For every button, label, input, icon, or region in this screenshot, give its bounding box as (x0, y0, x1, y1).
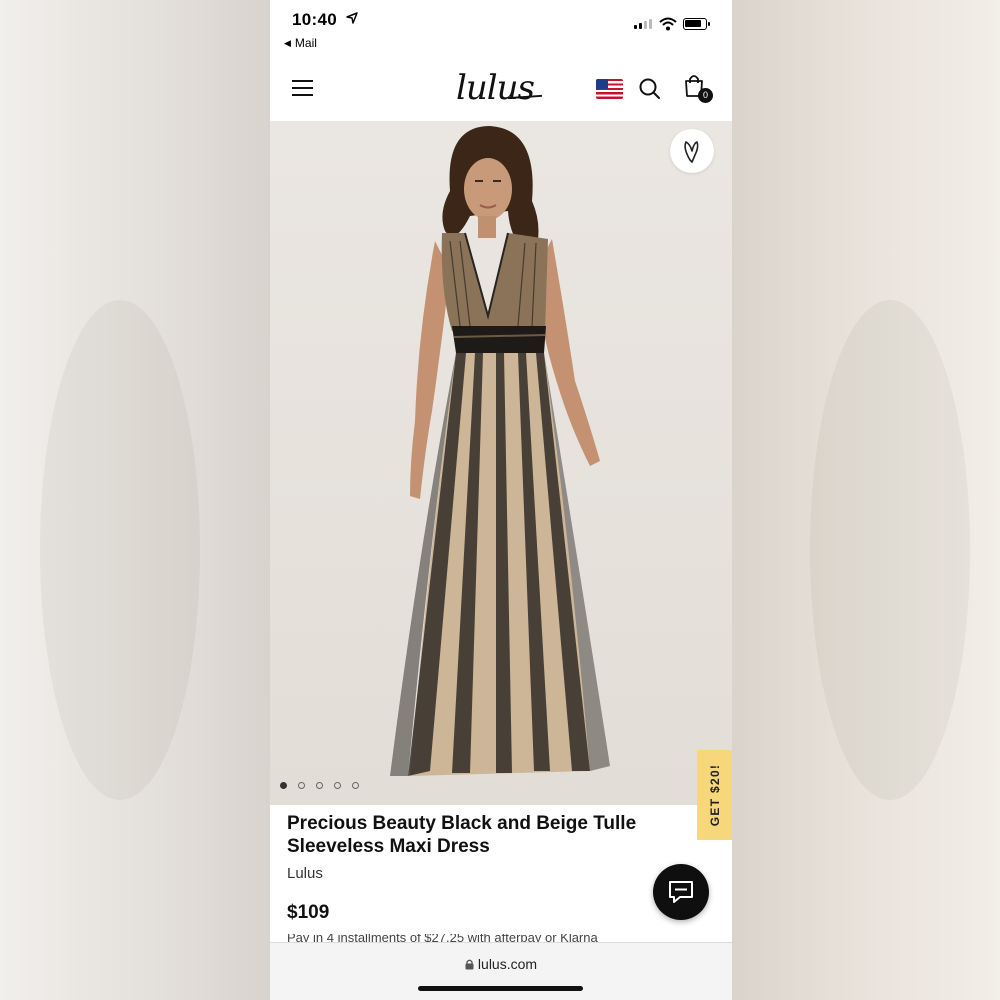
phone-screen: 10:40 ◀ Mail lulus 0 GET $20! Precious B… (270, 0, 732, 1000)
installments-text: Pay in 4 installments of $27.25 with aft… (287, 934, 707, 942)
gallery-dot[interactable] (352, 782, 359, 789)
back-to-mail-link[interactable]: ◀ Mail (284, 36, 317, 50)
url-display[interactable]: lulus.com (270, 956, 732, 972)
gallery-dot[interactable] (298, 782, 305, 789)
installments-label: Pay in 4 installments of $27.25 with aft… (287, 934, 598, 942)
status-time: 10:40 (292, 10, 337, 29)
gallery-pagination (280, 782, 359, 789)
heart-icon (684, 141, 699, 163)
battery-icon (683, 18, 710, 30)
product-title: Precious Beauty Black and Beige Tulle Sl… (287, 813, 637, 857)
back-triangle-icon: ◀ (284, 37, 291, 48)
chat-button[interactable] (653, 864, 709, 920)
lulus-logo[interactable]: lulus (456, 68, 535, 108)
promo-tab[interactable]: GET $20! (697, 750, 732, 840)
promo-label: GET $20! (707, 763, 722, 827)
location-arrow-icon (346, 12, 358, 24)
browser-address-bar[interactable]: lulus.com (270, 942, 732, 1000)
blurred-background-left (0, 0, 270, 1000)
home-indicator[interactable] (418, 986, 583, 991)
url-text: lulus.com (477, 956, 538, 972)
status-bar: 10:40 ◀ Mail (270, 0, 732, 60)
back-app-label: Mail (294, 36, 317, 50)
cellular-signal-icon (634, 19, 652, 29)
gallery-dot[interactable] (334, 782, 341, 789)
chat-bubble-icon (669, 881, 693, 903)
model-in-dress-image (390, 126, 610, 776)
site-header: lulus 0 (270, 60, 732, 120)
lock-icon (465, 959, 474, 970)
gallery-dot[interactable] (316, 782, 323, 789)
favorite-button[interactable] (670, 129, 714, 173)
product-image[interactable] (270, 121, 732, 805)
product-brand[interactable]: Lulus (287, 865, 323, 882)
menu-icon[interactable] (292, 80, 313, 97)
blurred-background-right (730, 0, 1000, 1000)
us-flag-icon[interactable] (596, 79, 623, 99)
cart-count-badge: 0 (698, 88, 713, 103)
product-price: $109 (287, 902, 330, 923)
search-icon[interactable] (639, 78, 661, 100)
gallery-dot[interactable] (280, 782, 287, 789)
wifi-icon (659, 17, 677, 31)
